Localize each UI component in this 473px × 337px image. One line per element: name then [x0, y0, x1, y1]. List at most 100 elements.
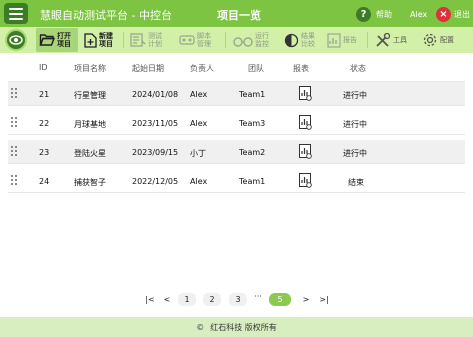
- binoculars-icon: [233, 34, 253, 47]
- table-row[interactable]: 24 捕获智子 2022/12/05 Alex Team1 结束: [8, 169, 465, 193]
- new-file-icon: [84, 32, 97, 48]
- cell-status: 进行中: [343, 120, 367, 129]
- page-title: 项目一览: [217, 9, 261, 22]
- table-row[interactable]: 23 登陆火星 2023/09/15 小丁 Team2 进行中: [8, 140, 465, 164]
- cell-start-date: 2024/01/08: [132, 90, 179, 99]
- cell-status: 结束: [348, 178, 364, 187]
- prev-page-button[interactable]: <: [162, 293, 172, 306]
- report-chart-icon[interactable]: [299, 173, 312, 190]
- first-page-button[interactable]: |<: [144, 293, 156, 306]
- script-manage-icon: [179, 33, 195, 47]
- cell-owner: 小丁: [190, 149, 206, 158]
- cell-team: Team1: [239, 90, 266, 99]
- test-plan-label: 测试 计划: [148, 32, 162, 48]
- open-project-button[interactable]: 打开 项目: [36, 28, 78, 52]
- tools-button[interactable]: 工具: [373, 28, 413, 52]
- copyright-icon: ©: [196, 322, 205, 332]
- page-current-button[interactable]: 5: [269, 293, 291, 306]
- last-page-button[interactable]: >|: [318, 293, 330, 306]
- next-page-button[interactable]: >: [301, 293, 311, 306]
- cell-status: 进行中: [343, 91, 367, 100]
- result-compare-label: 结果 比较: [301, 32, 315, 48]
- help-button[interactable]: ? 帮助: [356, 6, 392, 22]
- cell-start-date: 2022/12/05: [132, 177, 179, 186]
- report-icon: [327, 32, 341, 48]
- run-monitor-button[interactable]: 运行 监控: [231, 28, 277, 52]
- script-manage-label: 脚本 管理: [197, 32, 211, 48]
- header-status[interactable]: 状态: [350, 63, 366, 74]
- table-header: ID 项目名称 起始日期 负责人 团队 报表 状态: [8, 54, 465, 82]
- report-chart-icon[interactable]: [299, 144, 312, 161]
- help-label: 帮助: [376, 9, 392, 19]
- cell-team: Team1: [239, 177, 266, 186]
- logout-icon: ×: [436, 6, 451, 22]
- hamburger-menu-icon[interactable]: [4, 3, 28, 24]
- cell-team: Team3: [239, 119, 266, 128]
- drag-handle-icon[interactable]: [11, 88, 19, 99]
- header-name[interactable]: 项目名称: [74, 63, 106, 74]
- config-label: 配置: [440, 36, 454, 44]
- footer-text: 红石科技 版权所有: [210, 322, 277, 332]
- test-plan-button[interactable]: 测试 计划: [128, 28, 168, 52]
- open-project-label: 打开 项目: [57, 32, 71, 48]
- tools-label: 工具: [393, 36, 407, 44]
- header-team[interactable]: 团队: [248, 63, 264, 74]
- help-icon: ?: [356, 6, 371, 22]
- header-id[interactable]: ID: [39, 63, 48, 72]
- gear-icon: [422, 32, 438, 48]
- project-table: ID 项目名称 起始日期 负责人 团队 报表 状态 21 行星管理 2024/0…: [8, 54, 465, 198]
- cell-owner: Alex: [190, 177, 208, 186]
- footer: © 红石科技 版权所有: [0, 317, 473, 337]
- new-project-button[interactable]: 新建 项目: [82, 28, 120, 52]
- new-project-label: 新建 项目: [99, 32, 113, 48]
- header-owner[interactable]: 负责人: [190, 63, 214, 74]
- user-name: Alex: [410, 10, 428, 19]
- toolbar: 打开 项目 新建 项目 测试 计划 脚本 管理 运行 监控 结果 比较 报告 工…: [0, 27, 473, 53]
- cell-status: 进行中: [343, 149, 367, 158]
- test-plan-icon: [130, 33, 146, 47]
- cell-id: 24: [39, 177, 50, 186]
- report-label: 报告: [343, 36, 357, 44]
- page-1-button[interactable]: 1: [178, 293, 196, 306]
- logout-label: 退出: [454, 9, 470, 19]
- logout-button[interactable]: × 退出: [436, 6, 470, 22]
- cell-name: 捕获智子: [74, 178, 106, 187]
- config-button[interactable]: 配置: [420, 28, 464, 52]
- drag-handle-icon[interactable]: [11, 117, 19, 128]
- page-2-button[interactable]: 2: [203, 293, 221, 306]
- toolbar-divider: [367, 32, 368, 48]
- result-compare-button[interactable]: 结果 比较: [282, 28, 322, 52]
- cell-id: 21: [39, 90, 50, 99]
- table-row[interactable]: 22 月球基地 2023/11/05 Alex Team3 进行中: [8, 111, 465, 135]
- cell-start-date: 2023/11/05: [132, 119, 179, 128]
- drag-handle-icon[interactable]: [11, 146, 19, 157]
- cell-id: 23: [39, 148, 50, 157]
- cell-name: 登陆火星: [74, 149, 106, 158]
- compare-icon: [284, 33, 299, 48]
- page-3-button[interactable]: 3: [229, 293, 247, 306]
- header-start-date[interactable]: 起始日期: [132, 63, 164, 74]
- toolbar-divider: [123, 32, 124, 48]
- folder-open-icon: [39, 33, 55, 47]
- pagination-ellipsis: ···: [254, 292, 262, 301]
- report-chart-icon[interactable]: [299, 86, 312, 103]
- cell-name: 行星管理: [74, 91, 106, 100]
- pagination: |< < 1 2 3 ··· 5 > >|: [140, 292, 340, 307]
- script-manage-button[interactable]: 脚本 管理: [177, 28, 217, 52]
- cell-owner: Alex: [190, 119, 208, 128]
- drag-handle-icon[interactable]: [11, 175, 19, 186]
- toolbar-divider: [225, 32, 226, 48]
- table-row[interactable]: 21 行星管理 2024/01/08 Alex Team1 进行中: [8, 82, 465, 106]
- cell-start-date: 2023/09/15: [132, 148, 179, 157]
- app-title: 慧眼自动测试平台 - 中控台: [40, 9, 172, 22]
- cell-id: 22: [39, 119, 50, 128]
- app-logo-icon: [5, 29, 27, 51]
- title-bar: 慧眼自动测试平台 - 中控台 项目一览 ? 帮助 Alex × 退出: [0, 0, 473, 27]
- report-chart-icon[interactable]: [299, 115, 312, 132]
- run-monitor-label: 运行 监控: [255, 32, 269, 48]
- cell-owner: Alex: [190, 90, 208, 99]
- tools-icon: [375, 32, 391, 48]
- report-button[interactable]: 报告: [325, 28, 363, 52]
- header-report[interactable]: 报表: [293, 63, 309, 74]
- cell-team: Team2: [239, 148, 266, 157]
